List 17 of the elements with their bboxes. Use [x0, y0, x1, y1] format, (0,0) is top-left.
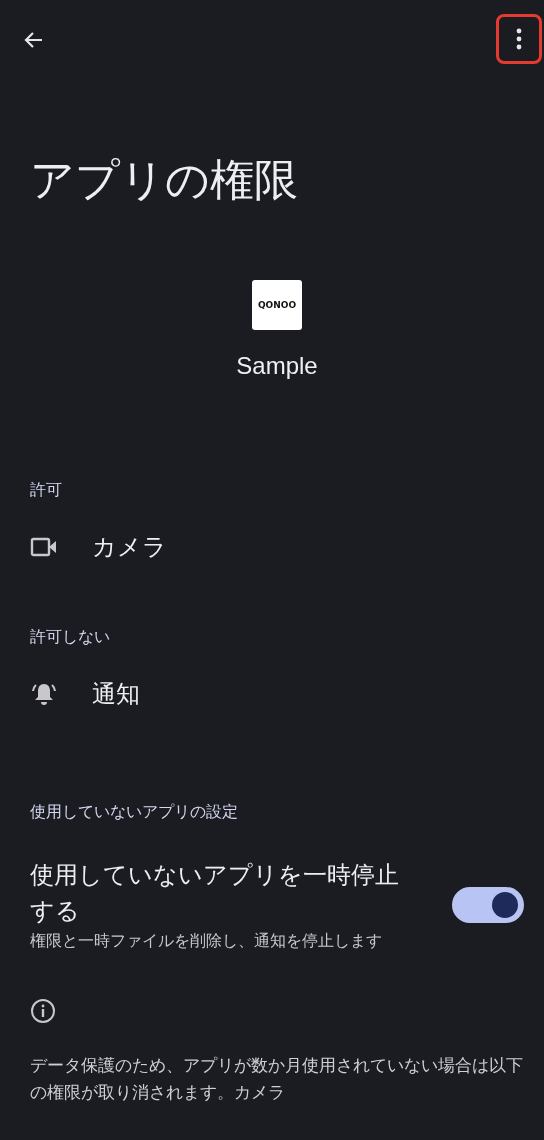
bell-icon	[30, 681, 58, 707]
section-header: 許可しない	[30, 627, 111, 648]
info-icon	[30, 998, 56, 1024]
permission-item[interactable]: カメラ	[30, 501, 524, 593]
section-header: 使用していないアプリの設定	[30, 802, 239, 823]
more-options-button[interactable]	[496, 14, 542, 64]
setting-subtitle: 権限と一時ファイルを削除し、通知を停止します	[30, 931, 383, 952]
app-name: Sample	[236, 352, 318, 380]
section-header: 許可	[30, 480, 63, 501]
video-camera-icon	[30, 536, 58, 558]
info-text: データ保護のため、アプリが数か月使用されていない場合は以下の権限が取り消されます。カメラ	[30, 1054, 524, 1104]
more-vert-icon	[516, 28, 522, 50]
app-icon: QONOO	[252, 280, 302, 330]
permission-item[interactable]: 通知	[30, 648, 524, 740]
toggle-switch[interactable]	[452, 886, 524, 923]
setting-title: 使用していないアプリを一時停止する	[30, 860, 400, 927]
page-title: アプリの権限	[30, 153, 299, 207]
